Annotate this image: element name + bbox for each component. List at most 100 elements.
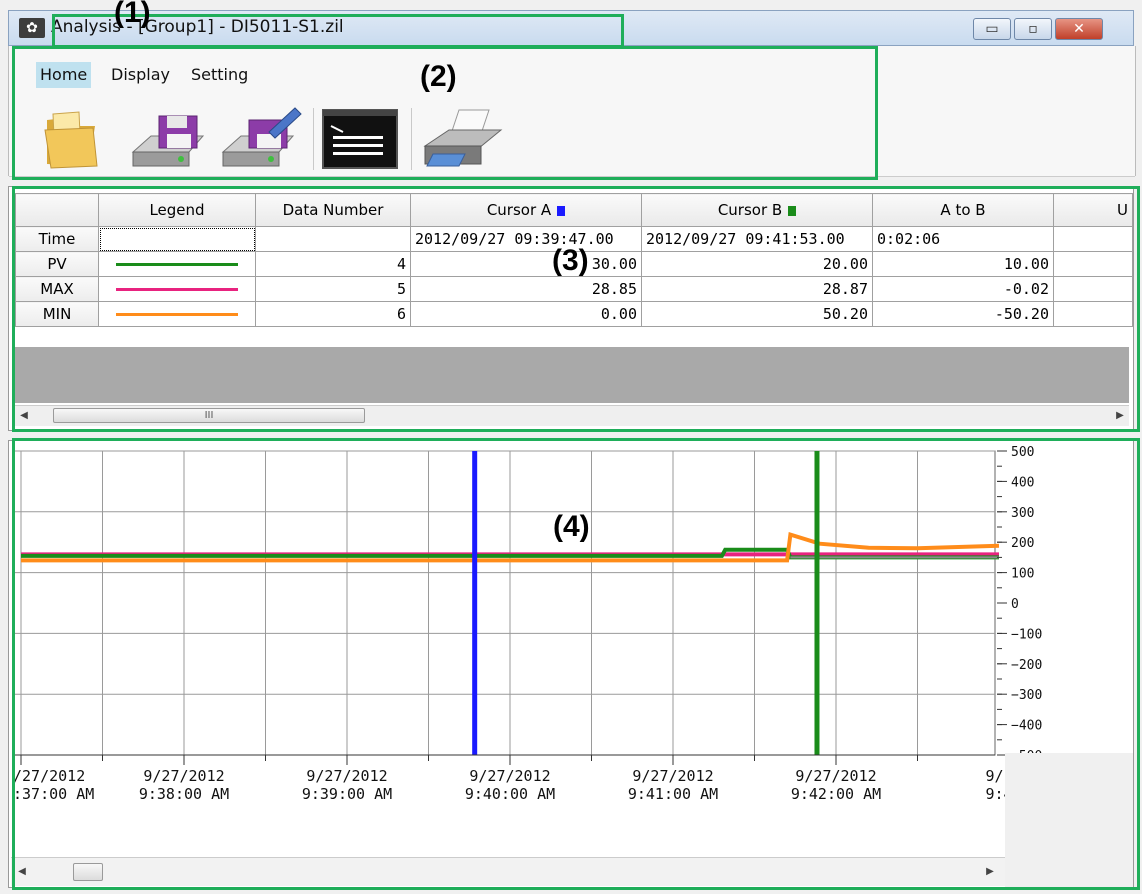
scroll-right-arrow-icon[interactable]: ▶: [981, 862, 999, 882]
cursor-data-table: Legend Data Number Cursor A Cursor B A t…: [8, 186, 1134, 431]
cursor-b-cell: 2012/09/27 09:41:53.00: [641, 226, 873, 252]
table-row: MAX 5 28.85 28.87 -0.02: [15, 276, 1133, 302]
legend-cell[interactable]: [98, 251, 256, 277]
cursor-b-label: Cursor B: [717, 201, 783, 219]
save-icon[interactable]: [129, 106, 209, 172]
title-bar: ✿ Analysis - [Group1] - DI5011-S1.zil ▭ …: [8, 10, 1134, 46]
legend-line-max: [116, 288, 238, 291]
a-to-b-cell: 10.00: [872, 251, 1054, 277]
y-tick-label: −400: [1011, 719, 1042, 734]
annotation-label-4: (4): [553, 510, 590, 543]
close-button[interactable]: ✕: [1055, 18, 1103, 40]
table-row: MIN 6 0.00 50.20 -50.20: [15, 301, 1133, 327]
a-to-b-cell: 0:02:06: [872, 226, 1054, 252]
cursor-b-marker-icon: [788, 205, 797, 216]
data-number-cell: [255, 226, 411, 252]
x-tick-label-time: 9:40:00 AM: [465, 785, 555, 803]
save-as-icon[interactable]: [219, 106, 305, 172]
chart-corner-area: [1005, 753, 1133, 887]
a-to-b-cell: -50.20: [872, 301, 1054, 327]
x-tick-label-date: 9/27/2012: [632, 767, 713, 785]
extra-cell: [1053, 226, 1133, 252]
trend-chart-panel: 5004003002001000−100−200−300−400−500/27/…: [8, 440, 1134, 888]
scroll-left-arrow-icon[interactable]: ◀: [13, 862, 31, 882]
y-tick-label: 0: [1011, 597, 1019, 612]
row-header: PV: [15, 251, 99, 277]
extra-cell: [1053, 301, 1133, 327]
cursor-a-cell: 30.00: [410, 251, 642, 277]
y-tick-label: 300: [1011, 506, 1034, 521]
console-icon[interactable]: [321, 106, 401, 172]
scroll-right-arrow-icon[interactable]: ▶: [1111, 406, 1129, 426]
legend-cell[interactable]: [98, 301, 256, 327]
plot-area: [12, 450, 996, 756]
trend-chart[interactable]: 5004003002001000−100−200−300−400−500/27/…: [9, 441, 1133, 887]
menu-setting[interactable]: Setting: [187, 62, 252, 88]
x-tick-label-time: :37:00 AM: [13, 785, 94, 803]
maximize-button[interactable]: ▫: [1014, 18, 1052, 40]
extra-cell: [1053, 276, 1133, 302]
application-window: ✿ Analysis - [Group1] - DI5011-S1.zil ▭ …: [0, 0, 1142, 894]
y-tick-label: −200: [1011, 658, 1042, 673]
x-tick-label-date: /27/2012: [13, 767, 85, 785]
y-tick-label: −300: [1011, 688, 1042, 703]
empty-grid-area: [15, 347, 1129, 403]
corner-header: [15, 193, 99, 227]
scroll-thumb[interactable]: III: [53, 408, 365, 423]
cursor-a-cell: 2012/09/27 09:39:47.00: [410, 226, 642, 252]
y-tick-label: 200: [1011, 536, 1034, 551]
column-header-legend[interactable]: Legend: [98, 193, 256, 227]
minimize-button[interactable]: ▭: [973, 18, 1011, 40]
data-number-cell: 6: [255, 301, 411, 327]
row-header: MIN: [15, 301, 99, 327]
data-number-cell: 5: [255, 276, 411, 302]
table-horizontal-scrollbar[interactable]: ◀ III ▶: [15, 405, 1129, 426]
extra-cell: [1053, 251, 1133, 277]
data-number-cell: 4: [255, 251, 411, 277]
annotation-label-3: (3): [552, 244, 589, 277]
legend-cell[interactable]: [98, 276, 256, 302]
menu-bar: Home Display Setting: [9, 46, 1135, 102]
cursor-b-cell: 28.87: [641, 276, 873, 302]
app-logo-icon[interactable]: ✿: [19, 18, 45, 38]
print-icon[interactable]: [419, 106, 507, 172]
toolbar-separator: [313, 108, 314, 170]
cursor-a-cell: 28.85: [410, 276, 642, 302]
cursor-a-marker-icon: [557, 205, 566, 216]
ribbon: Home Display Setting: [8, 46, 1136, 177]
cursor-b-cell: 20.00: [641, 251, 873, 277]
window-title: Analysis - [Group1] - DI5011-S1.zil: [51, 17, 344, 37]
x-tick-label-time: 9:41:00 AM: [628, 785, 718, 803]
x-tick-label-time: 9:39:00 AM: [302, 785, 392, 803]
y-tick-label: 100: [1011, 567, 1034, 582]
cursor-a-cell: 0.00: [410, 301, 642, 327]
column-header-partial[interactable]: U: [1053, 193, 1133, 227]
menu-home[interactable]: Home: [36, 62, 92, 88]
x-tick-label-time: 9:42:00 AM: [791, 785, 881, 803]
a-to-b-cell: -0.02: [872, 276, 1054, 302]
column-header-cursor-a[interactable]: Cursor A: [410, 193, 642, 227]
cursor-b-cell: 50.20: [641, 301, 873, 327]
y-tick-label: 400: [1011, 475, 1034, 490]
y-tick-label: 500: [1011, 445, 1034, 460]
annotation-label-2: (2): [420, 60, 457, 93]
y-tick-label: −100: [1011, 627, 1042, 642]
scroll-left-arrow-icon[interactable]: ◀: [15, 406, 33, 426]
x-tick-label-date: 9/27/2012: [795, 767, 876, 785]
column-header-cursor-b[interactable]: Cursor B: [641, 193, 873, 227]
legend-cell[interactable]: [98, 226, 256, 252]
toolbar-separator: [411, 108, 412, 170]
toolbar: [9, 102, 1135, 177]
open-folder-icon[interactable]: [39, 106, 105, 172]
column-header-data-number[interactable]: Data Number: [255, 193, 411, 227]
legend-line-pv: [116, 263, 238, 266]
column-header-a-to-b[interactable]: A to B: [872, 193, 1054, 227]
scroll-thumb[interactable]: [73, 863, 103, 881]
annotation-label-1: (1): [114, 0, 151, 29]
menu-display[interactable]: Display: [107, 62, 174, 88]
cursor-a-label: Cursor A: [486, 201, 552, 219]
row-header: Time: [15, 226, 99, 252]
x-tick-label-date: 9/27/2012: [143, 767, 224, 785]
x-tick-label-time: 9:38:00 AM: [139, 785, 229, 803]
chart-horizontal-scrollbar[interactable]: ◀ ▶: [11, 857, 1005, 886]
